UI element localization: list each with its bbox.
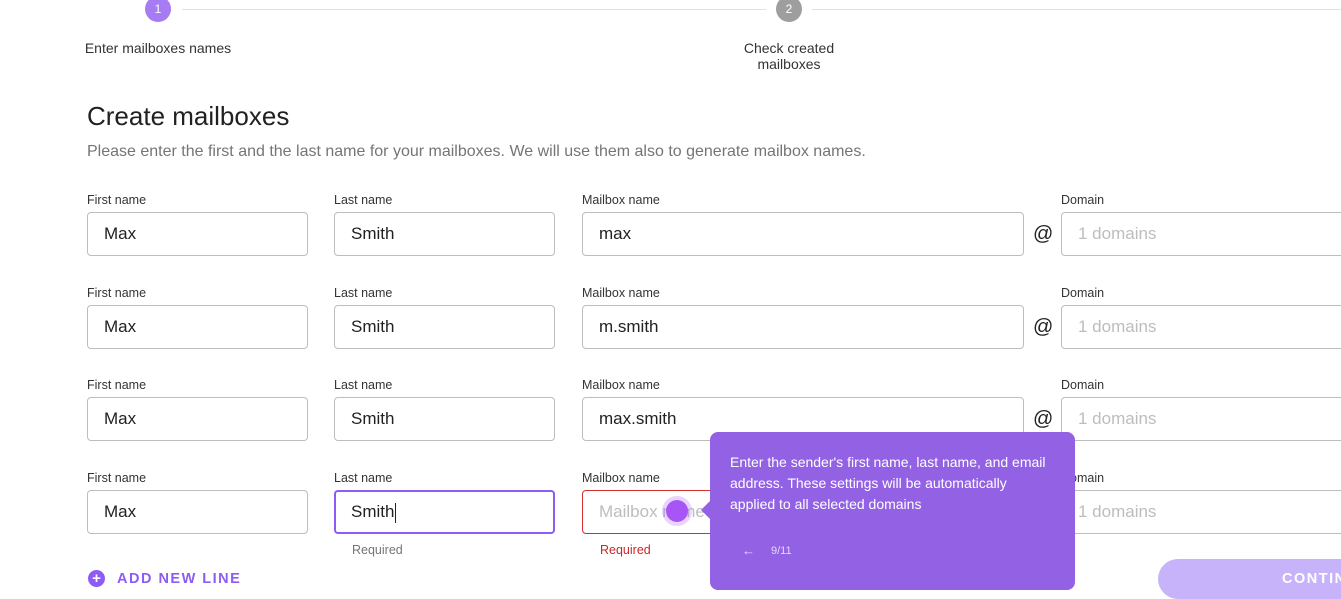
- first-name-label: First name: [87, 193, 147, 207]
- stepper: 1 Enter mailboxes names 2 Check created …: [0, 0, 1341, 80]
- first-name-input[interactable]: Max: [87, 212, 308, 256]
- last-name-input[interactable]: Smith: [334, 397, 555, 441]
- mailbox-name-error: Required: [600, 543, 651, 557]
- step-2-circle: 2: [776, 0, 802, 22]
- step-1-label: Enter mailboxes names: [84, 40, 232, 56]
- first-name-label: First name: [87, 471, 147, 485]
- mailbox-name-label: Mailbox name: [582, 378, 660, 392]
- continue-button[interactable]: CONTINUE: [1158, 559, 1341, 599]
- tour-text: Enter the sender's first name, last name…: [730, 454, 1046, 512]
- mailbox-row: First name Last name Mailbox name Domain…: [0, 286, 1341, 378]
- last-name-input[interactable]: Smith: [334, 305, 555, 349]
- mailbox-name-label: Mailbox name: [582, 286, 660, 300]
- mailbox-name-input[interactable]: max: [582, 212, 1024, 256]
- domain-label: Domain: [1061, 286, 1105, 300]
- add-new-line-button[interactable]: + ADD NEW LINE: [88, 570, 241, 587]
- mailbox-name-label: Mailbox name: [582, 471, 660, 485]
- last-name-label: Last name: [334, 378, 393, 392]
- first-name-input[interactable]: Max: [87, 397, 308, 441]
- text-caret: [395, 502, 397, 523]
- mailbox-name-placeholder: Mailbox name: [599, 502, 705, 521]
- domain-placeholder: 1 domains: [1078, 409, 1157, 428]
- first-name-input[interactable]: Max: [87, 305, 308, 349]
- first-name-label: First name: [87, 286, 147, 300]
- page-title: Create mailboxes: [87, 101, 290, 131]
- last-name-input[interactable]: Smith: [334, 490, 555, 534]
- step-connector: [812, 9, 1341, 10]
- domain-placeholder: 1 domains: [1078, 224, 1157, 243]
- domain-select[interactable]: 1 domains: [1061, 490, 1341, 534]
- at-sign: @: [1033, 223, 1054, 245]
- last-name-label: Last name: [334, 193, 393, 207]
- mailbox-name-input[interactable]: m.smith: [582, 305, 1024, 349]
- step-connector: [182, 9, 766, 10]
- domain-select[interactable]: 1 domains: [1061, 397, 1341, 441]
- tour-progress: 9/11: [771, 544, 792, 557]
- domain-placeholder: 1 domains: [1078, 317, 1157, 336]
- domain-placeholder: 1 domains: [1078, 502, 1157, 521]
- mailbox-name-label: Mailbox name: [582, 193, 660, 207]
- page-subtitle: Please enter the first and the last name…: [87, 143, 866, 160]
- add-new-line-label: ADD NEW LINE: [117, 570, 242, 587]
- mailbox-row: First name Last name Mailbox name Domain…: [0, 193, 1341, 285]
- at-sign: @: [1033, 316, 1054, 338]
- at-sign: @: [1033, 408, 1054, 430]
- last-name-input[interactable]: Smith: [334, 212, 555, 256]
- mailbox-row: First name Last name Mailbox name Domain…: [0, 378, 1341, 470]
- last-name-label: Last name: [334, 286, 393, 300]
- domain-label: Domain: [1061, 193, 1105, 207]
- step-2-label: Check created mailboxes: [743, 40, 835, 72]
- plus-circle-icon: +: [88, 570, 105, 587]
- tooltip-arrow: [701, 501, 710, 519]
- last-name-value: Smith: [351, 502, 395, 521]
- last-name-label: Last name: [334, 471, 393, 485]
- domain-label: Domain: [1061, 378, 1105, 392]
- first-name-label: First name: [87, 378, 147, 392]
- tour-nav: ← 9/11: [742, 543, 792, 558]
- arrow-left-icon[interactable]: ←: [742, 543, 755, 558]
- tour-hotspot[interactable]: [666, 500, 688, 522]
- tour-tooltip: Enter the sender's first name, last name…: [701, 432, 1075, 590]
- step-1-circle: 1: [145, 0, 171, 22]
- domain-select[interactable]: 1 domains: [1061, 305, 1341, 349]
- domain-select[interactable]: 1 domains: [1061, 212, 1341, 256]
- first-name-input[interactable]: Max: [87, 490, 308, 534]
- last-name-helper: Required: [352, 543, 403, 557]
